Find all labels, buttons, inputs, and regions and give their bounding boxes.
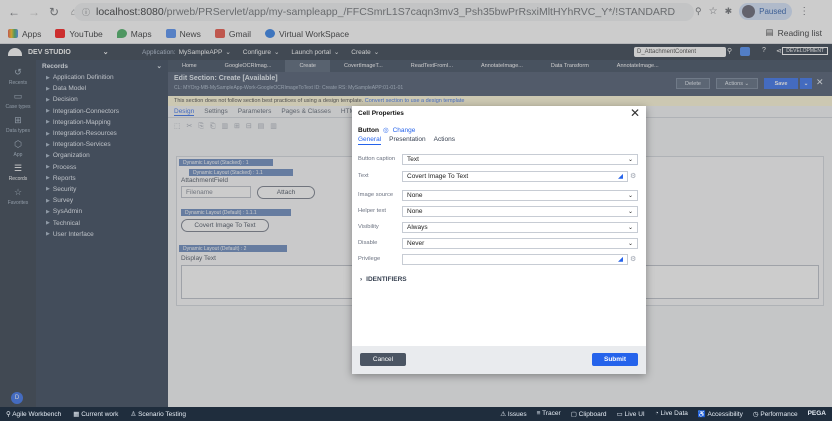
- developer-toolbar: ⚲ Agile Workbench ▦ Current work ♙ Scena…: [0, 407, 832, 421]
- toolbar-right: ⚠ Issues ≡ Tracer ▢ Clipboard ▭ Live UI …: [500, 410, 826, 418]
- clipboard-button[interactable]: ▢ Clipboard: [571, 410, 607, 418]
- chevron-down-icon: ⌄: [627, 208, 633, 215]
- select-value: None: [407, 207, 423, 215]
- agile-workbench-button[interactable]: ⚲ Agile Workbench: [6, 410, 61, 418]
- warning-icon: ⚠: [500, 411, 507, 418]
- pega-brand: PEGA: [807, 410, 826, 417]
- toolbar-label: Current work: [81, 411, 119, 418]
- property-row: Button caption Text ⌄: [358, 153, 640, 165]
- live-data-button[interactable]: ◔ Live Data: [655, 410, 688, 418]
- property-row: Helper text None ⌄: [358, 205, 640, 217]
- privilege-input[interactable]: ◢: [402, 253, 628, 265]
- toolbar-label: Accessibility: [707, 411, 743, 418]
- disable-select[interactable]: Never ⌄: [402, 237, 638, 249]
- property-label: Helper text: [358, 208, 387, 214]
- clipboard-icon: ▢: [570, 411, 577, 418]
- person-icon: ♙: [130, 411, 137, 418]
- accessibility-icon: ♿: [697, 411, 707, 418]
- toolbar-label: Live Data: [660, 410, 688, 417]
- toolbar-label: Clipboard: [578, 411, 607, 418]
- select-value: Text: [407, 155, 419, 163]
- toolbar-label: Tracer: [542, 410, 561, 417]
- tab-actions[interactable]: Actions: [434, 136, 455, 145]
- issues-button[interactable]: ⚠ Issues: [500, 410, 526, 418]
- visibility-select[interactable]: Always ⌄: [402, 221, 638, 233]
- toolbar-label: Issues: [507, 411, 527, 418]
- button-caption-select[interactable]: Text ⌄: [402, 153, 638, 165]
- dialog-title: Cell Properties: [358, 110, 404, 117]
- live-ui-icon: ▭: [616, 411, 623, 418]
- performance-icon: ◷: [752, 411, 759, 418]
- property-row: Image source None ⌄: [358, 189, 640, 201]
- property-label: Disable: [358, 240, 378, 246]
- gear-icon[interactable]: ⚙: [630, 172, 636, 180]
- property-row: Privilege ◢ ⚙: [358, 253, 640, 265]
- close-icon[interactable]: ✕: [630, 106, 640, 120]
- property-label: Text: [358, 173, 369, 179]
- tracer-button[interactable]: ≡ Tracer: [537, 410, 561, 418]
- scenario-testing-button[interactable]: ♙ Scenario Testing: [130, 410, 186, 418]
- workbench-icon: ⚲: [6, 411, 11, 418]
- property-label: Image source: [358, 192, 394, 198]
- dialog-footer: Cancel Submit: [352, 346, 646, 374]
- live-ui-button[interactable]: ▭ Live UI: [617, 410, 645, 418]
- chevron-down-icon: ⌄: [627, 240, 633, 247]
- select-value: Never: [407, 239, 425, 247]
- identifiers-label: IDENTIFIERS: [366, 276, 407, 283]
- toolbar-left: ⚲ Agile Workbench ▦ Current work ♙ Scena…: [0, 410, 186, 418]
- tab-general[interactable]: General: [358, 136, 382, 145]
- select-value: Always: [407, 223, 428, 231]
- chevron-down-icon: ⌄: [627, 224, 633, 231]
- identifiers-toggle[interactable]: › IDENTIFIERS: [360, 276, 407, 283]
- gear-icon[interactable]: ⚙: [630, 255, 636, 263]
- control-header: Button ◎ Change: [358, 126, 416, 135]
- calendar-icon: ▦: [73, 411, 80, 418]
- tab-presentation[interactable]: Presentation: [389, 136, 426, 145]
- image-source-select[interactable]: None ⌄: [402, 189, 638, 201]
- select-value: None: [407, 191, 423, 199]
- change-control-icon[interactable]: ◎: [383, 126, 389, 134]
- property-row: Disable Never ⌄: [358, 237, 640, 249]
- property-label: Privilege: [358, 256, 381, 262]
- input-value: Covert Image To Text: [407, 172, 469, 180]
- cell-properties-dialog: Cell Properties ✕ Button ◎ Change General …: [352, 106, 646, 374]
- dialog-tabs: General Presentation Actions: [358, 136, 455, 145]
- performance-button[interactable]: ◷ Performance: [753, 410, 798, 418]
- property-label: Button caption: [358, 156, 396, 162]
- live-data-icon: ◔: [654, 410, 659, 417]
- submit-button[interactable]: Submit: [592, 353, 638, 366]
- edit-corner-icon: ◢: [618, 256, 623, 263]
- toolbar-label: Agile Workbench: [12, 411, 62, 418]
- toolbar-label: Live UI: [624, 411, 645, 418]
- edit-corner-icon: ◢: [618, 173, 623, 180]
- property-row: Text Covert Image To Text ◢ ⚙: [358, 170, 640, 182]
- text-input[interactable]: Covert Image To Text ◢: [402, 170, 628, 182]
- tracer-icon: ≡: [536, 410, 541, 417]
- toolbar-label: Performance: [760, 411, 798, 418]
- accessibility-button[interactable]: ♿ Accessibility: [698, 410, 743, 418]
- toolbar-label: Scenario Testing: [138, 411, 187, 418]
- helper-text-select[interactable]: None ⌄: [402, 205, 638, 217]
- current-work-button[interactable]: ▦ Current work: [73, 410, 118, 418]
- chevron-down-icon: ⌄: [627, 156, 633, 163]
- property-label: Visibility: [358, 224, 379, 230]
- chevron-down-icon: ⌄: [627, 192, 633, 199]
- control-type: Button: [358, 126, 379, 134]
- property-row: Visibility Always ⌄: [358, 221, 640, 233]
- change-link[interactable]: Change: [393, 127, 416, 134]
- cancel-button[interactable]: Cancel: [360, 353, 406, 366]
- chevron-right-icon: ›: [360, 276, 363, 283]
